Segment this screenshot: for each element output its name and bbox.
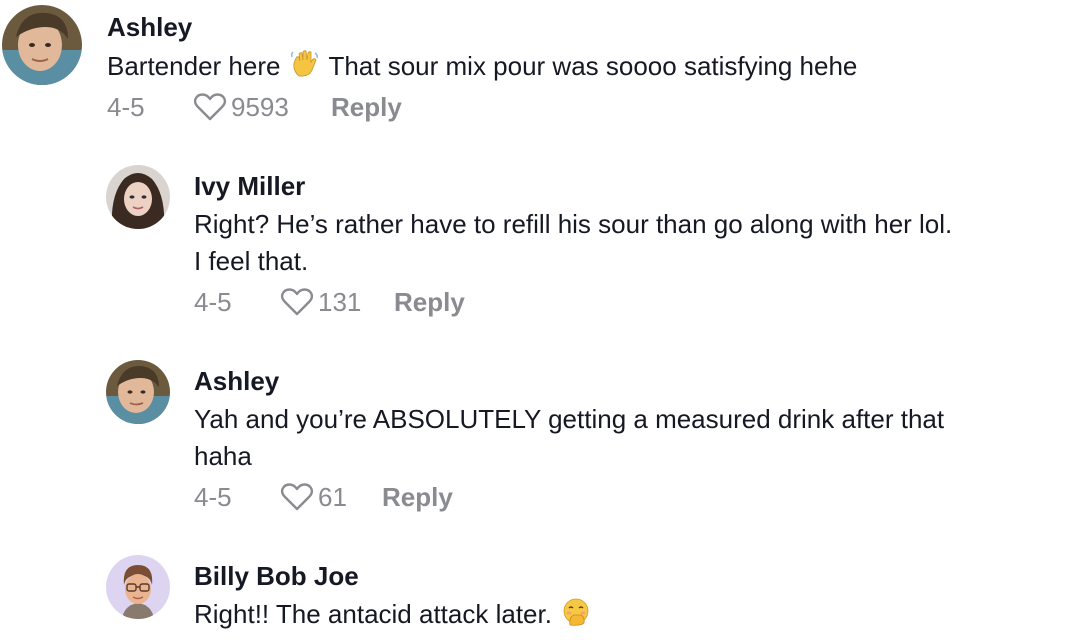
comment-billy-bob-joe: Billy Bob Joe Right!! The antacid attack…	[0, 550, 1078, 640]
avatar-ashley[interactable]	[106, 360, 170, 424]
avatar-photo-icon	[106, 360, 170, 424]
waving-hand-icon	[290, 49, 320, 89]
comment-date: 4-5	[194, 482, 232, 512]
like-button[interactable]: 9593	[193, 90, 289, 124]
comment-ashley-1: Ashley Bartender here That sour mix pour…	[0, 0, 1078, 130]
comment-meta: 4-5 61 Reply	[194, 480, 594, 514]
avatar-photo-icon	[106, 165, 170, 229]
heart-outline-icon	[193, 93, 227, 121]
heart-outline-icon	[280, 288, 314, 316]
comment-username[interactable]: Ashley	[107, 12, 192, 42]
like-count: 61	[318, 482, 347, 512]
comment-text-part: Bartender here	[107, 51, 281, 81]
like-count: 131	[318, 287, 362, 317]
comment-ashley-2: Ashley Yah and you’re ABSOLUTELY getting…	[0, 355, 1078, 525]
comment-meta: 4-5 9593 Reply	[107, 90, 527, 124]
comment-text-line: Right? He’s rather have to refill his so…	[194, 209, 953, 239]
comment-text: Yah and you’re ABSOLUTELY getting a meas…	[194, 401, 1074, 475]
avatar-billy-bob-joe[interactable]	[106, 555, 170, 619]
avatar-photo-icon	[2, 5, 82, 85]
comment-username[interactable]: Ivy Miller	[194, 171, 305, 201]
comment-text: Right? He’s rather have to refill his so…	[194, 206, 1074, 280]
comment-text: Bartender here That sour mix pour was so…	[107, 48, 1067, 89]
reply-button[interactable]: Reply	[382, 480, 453, 514]
heart-outline-icon	[280, 483, 314, 511]
comment-username[interactable]: Ashley	[194, 366, 279, 396]
memoji-avatar-icon	[106, 555, 170, 619]
like-button[interactable]: 61	[280, 480, 347, 514]
comment-text-line: Yah and you’re ABSOLUTELY getting a meas…	[194, 404, 945, 434]
comment-text-part: That sour mix pour was soooo satisfying …	[328, 51, 858, 81]
comment-text-line: haha	[194, 441, 252, 471]
avatar-ashley[interactable]	[2, 5, 82, 85]
comment-text-part: Right!! The antacid attack later.	[194, 599, 552, 629]
comment-meta: 4-5 131 Reply	[194, 285, 594, 319]
comment-ivy-miller: Ivy Miller Right? He’s rather have to re…	[0, 160, 1078, 330]
reply-button[interactable]: Reply	[331, 90, 402, 124]
reply-button[interactable]: Reply	[394, 285, 465, 319]
comment-text-line: I feel that.	[194, 246, 309, 276]
comment-username[interactable]: Billy Bob Joe	[194, 561, 359, 591]
comment-text: Right!! The antacid attack later.	[194, 596, 1074, 637]
like-count: 9593	[231, 92, 289, 122]
comment-date: 4-5	[194, 287, 232, 317]
comment-date: 4-5	[107, 92, 145, 122]
like-button[interactable]: 131	[280, 285, 361, 319]
avatar-ivy-miller[interactable]	[106, 165, 170, 229]
face-with-hand-over-mouth-icon	[561, 597, 591, 637]
